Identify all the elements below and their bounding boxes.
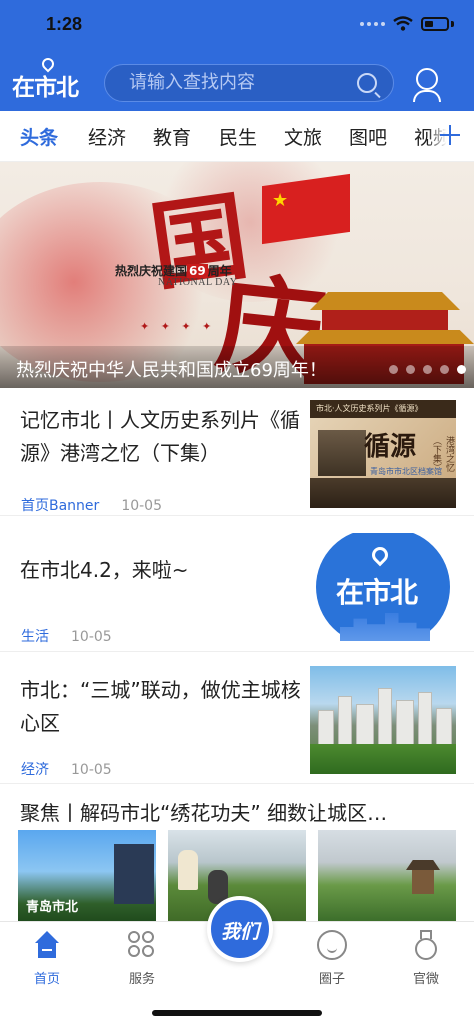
chat-bubble-icon <box>317 930 347 960</box>
carousel-dots <box>389 365 466 374</box>
center-we-button[interactable]: 我们 <box>207 896 273 962</box>
nav-label: 首页 <box>33 972 60 987</box>
nav-label: 官微 <box>412 972 439 987</box>
carousel-dot[interactable] <box>423 365 432 374</box>
news-meta: 生活 10-05 <box>21 626 112 646</box>
news-meta: 首页Banner 10-05 <box>21 495 162 515</box>
wifi-icon <box>393 16 413 31</box>
services-icon <box>127 930 157 960</box>
news-tag: 生活 <box>21 629 49 645</box>
tab-culture-travel[interactable]: 文旅 <box>284 123 322 150</box>
tab-economy[interactable]: 经济 <box>88 123 126 150</box>
carousel-dot[interactable] <box>440 365 449 374</box>
nav-official-weibo[interactable]: 官微 <box>396 930 456 987</box>
app-header: 1:28 在市北 <box>0 0 474 111</box>
center-button-label: 我们 <box>220 921 259 943</box>
news-title[interactable]: 在市北4.2，来啦~ <box>20 554 302 587</box>
status-bar: 1:28 <box>0 0 474 50</box>
news-title[interactable]: 市北：“三城”联动，做优主城核心区 <box>20 674 302 740</box>
category-tabs: 头条 经济 教育 民生 文旅 图吧 视频 <box>0 111 474 162</box>
carousel-dot[interactable] <box>389 365 398 374</box>
logo-text: 在市北 <box>12 74 79 100</box>
medal-icon <box>411 930 441 960</box>
news-tag: 首页Banner <box>21 498 100 514</box>
nav-home[interactable]: 首页 <box>17 930 77 987</box>
news-tag: 经济 <box>21 762 49 778</box>
news-thumbnail[interactable]: 市北·人文历史系列片《循源》 循源 港湾之忆（下集） 青岛市市北区档案馆 <box>310 400 456 508</box>
status-icons <box>360 16 454 31</box>
nav-services[interactable]: 服务 <box>112 930 172 987</box>
carousel-dot-active[interactable] <box>457 365 466 374</box>
add-channel-plus-icon[interactable] <box>440 125 460 145</box>
banner-caption[interactable]: 热烈庆祝中华人民共和国成立69周年！ <box>16 356 327 382</box>
home-icon <box>32 930 62 960</box>
search-input[interactable] <box>129 65 349 101</box>
news-date: 10-05 <box>121 498 162 514</box>
news-thumbnail[interactable]: 在市北 <box>310 533 456 641</box>
doves-illustration: ✦ ✦ ✦ ✦ <box>140 320 216 333</box>
app-logo[interactable]: 在市北 <box>12 55 82 100</box>
gallery-image[interactable] <box>318 830 456 922</box>
news-title[interactable]: 记忆市北丨人文历史系列片《循源》港湾之忆（下集） <box>20 404 302 470</box>
status-time: 1:28 <box>46 14 83 34</box>
news-title[interactable]: 聚焦丨解码市北“绣花功夫” 细数让城区… <box>20 797 450 826</box>
search-icon[interactable] <box>357 73 377 93</box>
news-date: 10-05 <box>71 629 112 645</box>
news-date: 10-05 <box>71 762 112 778</box>
signal-icon <box>360 21 385 26</box>
tab-education[interactable]: 教育 <box>153 123 191 150</box>
battery-icon <box>421 16 449 31</box>
carousel-dot[interactable] <box>406 365 415 374</box>
nav-circle[interactable]: 圈子 <box>302 930 362 987</box>
home-indicator[interactable] <box>152 1010 322 1016</box>
star-icon: ★ <box>272 190 289 211</box>
tab-gallery[interactable]: 图吧 <box>349 123 387 150</box>
news-item[interactable]: 记忆市北丨人文历史系列片《循源》港湾之忆（下集） 首页Banner 10-05 市… <box>0 388 474 516</box>
nav-label: 服务 <box>128 972 155 987</box>
tab-headlines[interactable]: 头条 <box>20 123 58 150</box>
banner-art-english: NATIONAL DAY <box>158 277 238 288</box>
news-thumbnail[interactable] <box>310 666 456 774</box>
news-item[interactable]: 市北：“三城”联动，做优主城核心区 经济 10-05 <box>0 652 474 784</box>
search-bar[interactable] <box>104 64 394 102</box>
user-avatar-icon[interactable] <box>408 66 446 104</box>
nav-label: 圈子 <box>318 972 345 987</box>
news-meta: 经济 10-05 <box>21 759 112 779</box>
hero-banner[interactable]: 国 庆 热烈庆祝建国 69 周年 NATIONAL DAY ✦ ✦ ✦ ✦ 热烈庆祝… <box>0 162 474 388</box>
news-item[interactable]: 在市北4.2，来啦~ 生活 10-05 在市北 <box>0 516 474 652</box>
tab-livelihood[interactable]: 民生 <box>219 123 257 150</box>
gallery-image[interactable]: 青岛市北 <box>18 830 156 922</box>
